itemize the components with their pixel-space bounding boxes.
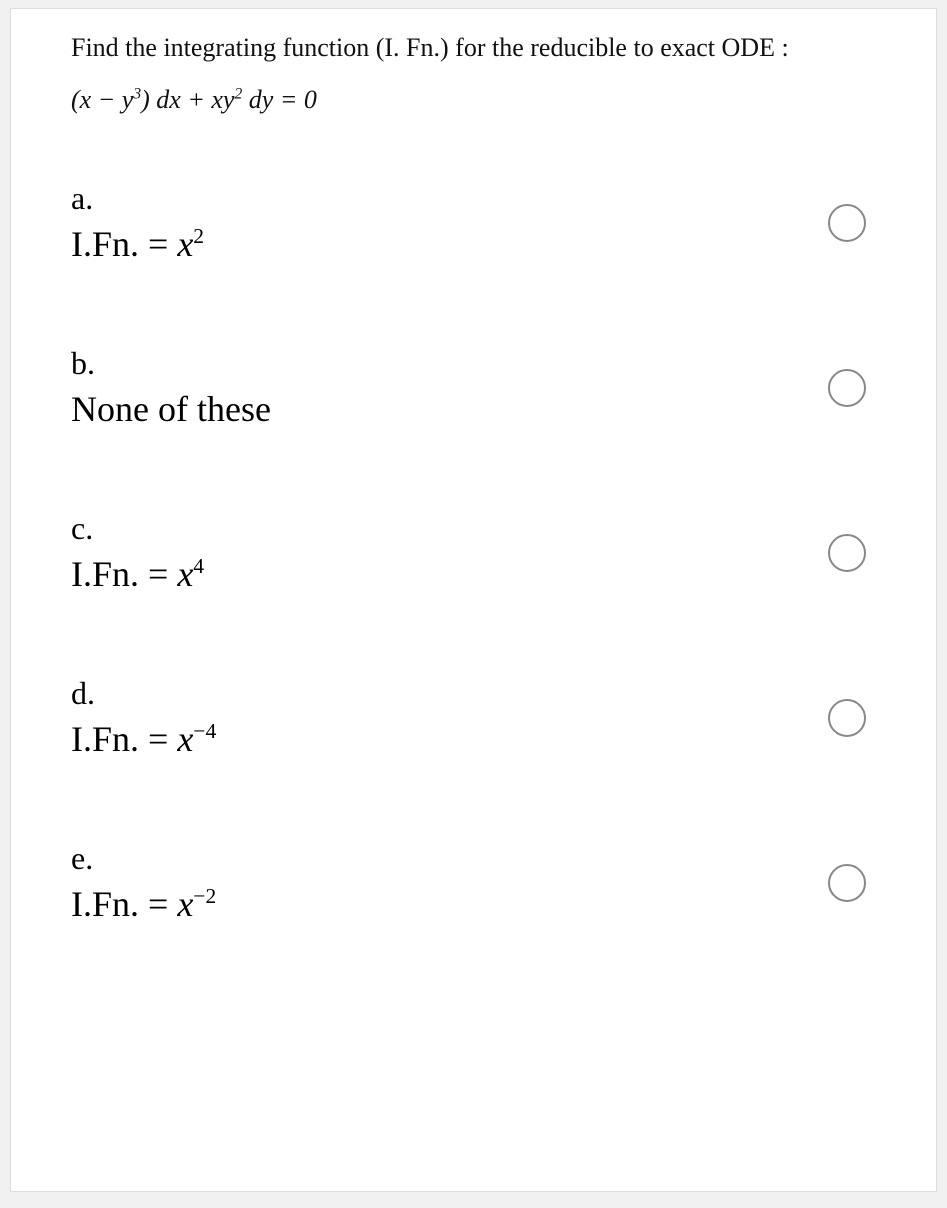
option-b[interactable]: b. None of these [71,345,876,430]
option-a-text: I.Fn. = x2 [71,223,204,265]
option-b-label: b. [71,345,271,382]
question-card: Find the integrating function (I. Fn.) f… [10,8,937,1192]
option-c[interactable]: c. I.Fn. = x4 [71,510,876,595]
option-d-label: d. [71,675,216,712]
question-text: Find the integrating function (I. Fn.) f… [71,27,876,69]
option-a[interactable]: a. I.Fn. = x2 [71,180,876,265]
question-equation: (x − y3) dx + xy2 dy = 0 [71,79,876,121]
option-d[interactable]: d. I.Fn. = x−4 [71,675,876,760]
option-e-radio[interactable] [828,864,866,902]
option-c-label: c. [71,510,204,547]
options-list: a. I.Fn. = x2 b. None of these c. I.Fn. … [71,180,876,925]
option-b-radio[interactable] [828,369,866,407]
option-a-label: a. [71,180,204,217]
option-c-text: I.Fn. = x4 [71,553,204,595]
option-d-radio[interactable] [828,699,866,737]
option-b-text: None of these [71,388,271,430]
option-c-radio[interactable] [828,534,866,572]
option-e[interactable]: e. I.Fn. = x−2 [71,840,876,925]
option-d-text: I.Fn. = x−4 [71,718,216,760]
option-e-text: I.Fn. = x−2 [71,883,216,925]
option-a-radio[interactable] [828,204,866,242]
question-stem: Find the integrating function (I. Fn.) f… [71,27,876,120]
option-e-label: e. [71,840,216,877]
